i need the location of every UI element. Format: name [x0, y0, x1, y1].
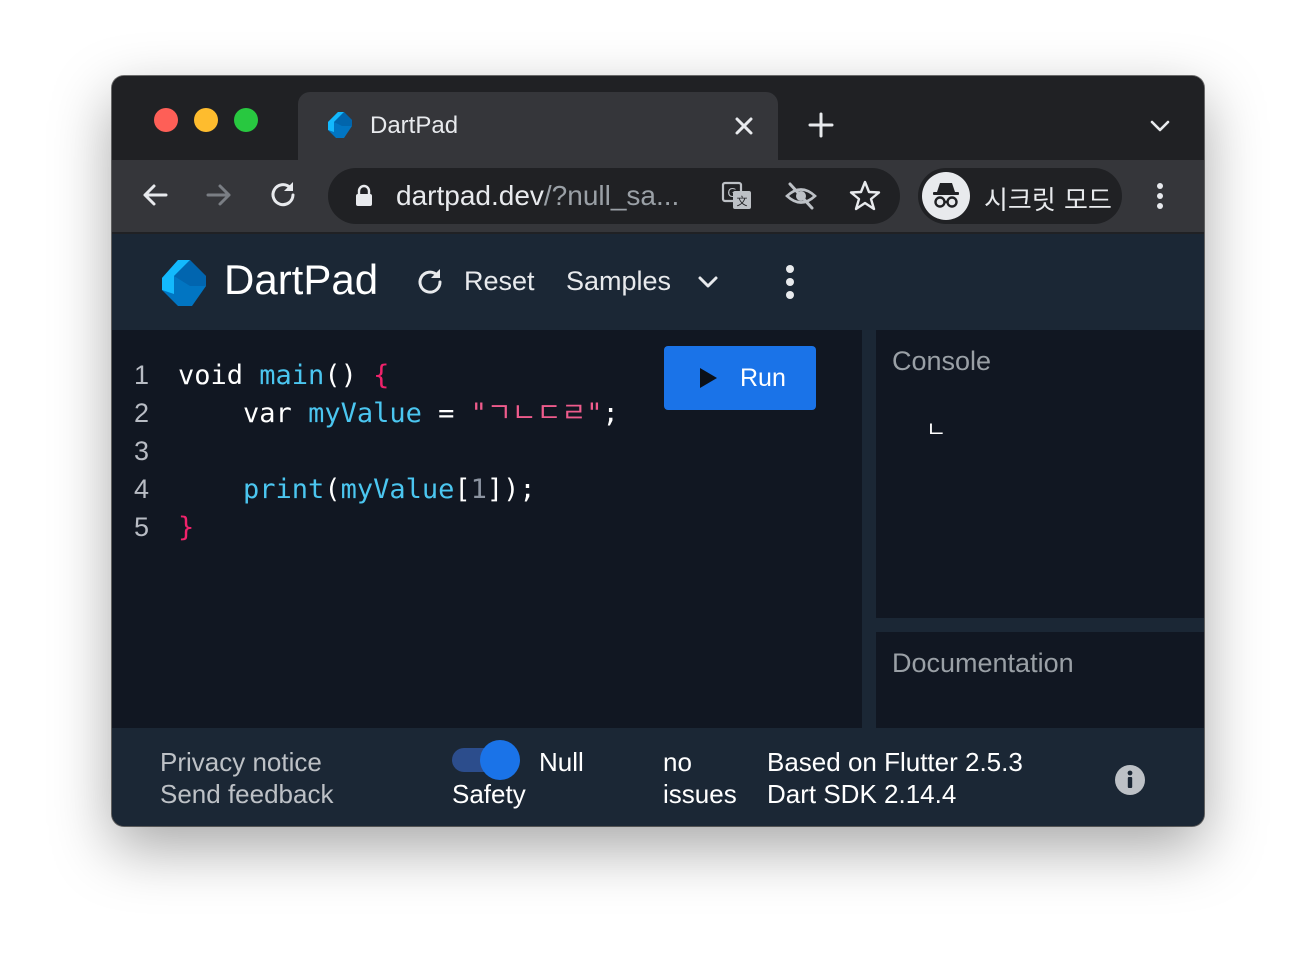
- line-number: 4: [134, 474, 150, 504]
- tab-title: DartPad: [370, 112, 459, 139]
- back-arrow-icon[interactable]: [138, 178, 172, 212]
- reload-icon[interactable]: [266, 178, 300, 212]
- line-number: 5: [134, 512, 150, 542]
- app-title: DartPad: [224, 256, 379, 303]
- console-output: ㄴ: [926, 418, 947, 443]
- footer: Privacy notice Send feedback Null Safety…: [112, 728, 1204, 826]
- code-line[interactable]: 5}: [134, 508, 619, 546]
- more-options-icon[interactable]: [776, 262, 804, 302]
- maximize-window-button[interactable]: [234, 108, 258, 132]
- reset-icon[interactable]: [414, 266, 446, 298]
- line-number: 2: [134, 398, 150, 428]
- incognito-badge[interactable]: 시크릿 모드: [918, 168, 1122, 224]
- code-editor[interactable]: 1 void main() { 2 var myValue = "ㄱㄴㄷㄹ"; 3…: [112, 330, 862, 728]
- url-text[interactable]: dartpad.dev/?null_sa...: [396, 180, 679, 212]
- forward-arrow-icon[interactable]: [202, 178, 236, 212]
- null-safety-label: Null: [539, 747, 584, 777]
- null-safety-label-line2: Safety: [452, 779, 526, 809]
- send-feedback-link[interactable]: Send feedback: [160, 778, 333, 810]
- horizontal-splitter[interactable]: [876, 618, 1204, 632]
- tab-search-chevron-icon[interactable]: [1146, 114, 1174, 138]
- reset-button[interactable]: Reset: [464, 266, 535, 297]
- translate-icon[interactable]: G 文: [720, 179, 754, 213]
- close-tab-icon[interactable]: [730, 112, 758, 140]
- dart-logo-icon: [328, 112, 352, 138]
- bookmark-star-icon[interactable]: [848, 179, 882, 213]
- code-line[interactable]: 1 void main() {: [134, 356, 619, 394]
- incognito-avatar: [922, 172, 970, 220]
- dart-sdk-version: Dart SDK 2.14.4: [767, 779, 957, 809]
- vertical-splitter[interactable]: [862, 330, 876, 728]
- samples-dropdown[interactable]: Samples: [566, 266, 671, 297]
- dartpad-logo-icon: [162, 260, 206, 306]
- browser-window: DartPad dartpad.dev/?null_sa... G 文 시크릿 …: [112, 76, 1204, 826]
- line-number: 1: [134, 360, 150, 390]
- documentation-panel: Documentation: [876, 632, 1204, 728]
- info-icon[interactable]: [1114, 764, 1146, 796]
- run-label: Run: [740, 364, 786, 392]
- minimize-window-button[interactable]: [194, 108, 218, 132]
- address-bar[interactable]: dartpad.dev/?null_sa... G 文: [328, 168, 900, 224]
- browser-menu-icon[interactable]: [1146, 180, 1174, 212]
- tab-dartpad[interactable]: DartPad: [298, 92, 778, 160]
- incognito-icon: [933, 183, 959, 208]
- flutter-version: Based on Flutter 2.5.3: [767, 747, 1023, 777]
- privacy-notice-link[interactable]: Privacy notice: [160, 746, 322, 778]
- console-panel: Console ㄴ: [876, 330, 1204, 618]
- browser-toolbar: dartpad.dev/?null_sa... G 文 시크릿 모드: [112, 160, 1204, 232]
- run-button[interactable]: Run: [664, 346, 816, 410]
- issues-status-line2: issues: [663, 779, 737, 809]
- documentation-title: Documentation: [892, 648, 1074, 678]
- svg-text:G: G: [727, 186, 736, 200]
- code-line[interactable]: 4 print(myValue[1]);: [134, 470, 619, 508]
- dartpad-header: DartPad Reset Samples: [112, 234, 1204, 330]
- chevron-down-icon[interactable]: [696, 272, 720, 292]
- code-line[interactable]: 3: [134, 432, 619, 470]
- new-tab-icon[interactable]: [806, 110, 836, 140]
- console-title: Console: [892, 346, 992, 376]
- code-content[interactable]: 1 void main() { 2 var myValue = "ㄱㄴㄷㄹ"; 3…: [134, 356, 619, 546]
- lock-icon[interactable]: [354, 184, 374, 208]
- eye-off-icon[interactable]: [784, 179, 818, 213]
- tab-strip: DartPad: [112, 76, 1204, 160]
- code-line[interactable]: 2 var myValue = "ㄱㄴㄷㄹ";: [134, 394, 619, 432]
- close-window-button[interactable]: [154, 108, 178, 132]
- issues-status: no: [663, 747, 692, 777]
- null-safety-toggle[interactable]: [452, 740, 522, 780]
- toggle-thumb: [480, 740, 520, 780]
- incognito-label: 시크릿 모드: [984, 186, 1112, 216]
- play-icon: [700, 368, 717, 388]
- svg-text:文: 文: [737, 194, 748, 208]
- line-number: 3: [134, 436, 150, 466]
